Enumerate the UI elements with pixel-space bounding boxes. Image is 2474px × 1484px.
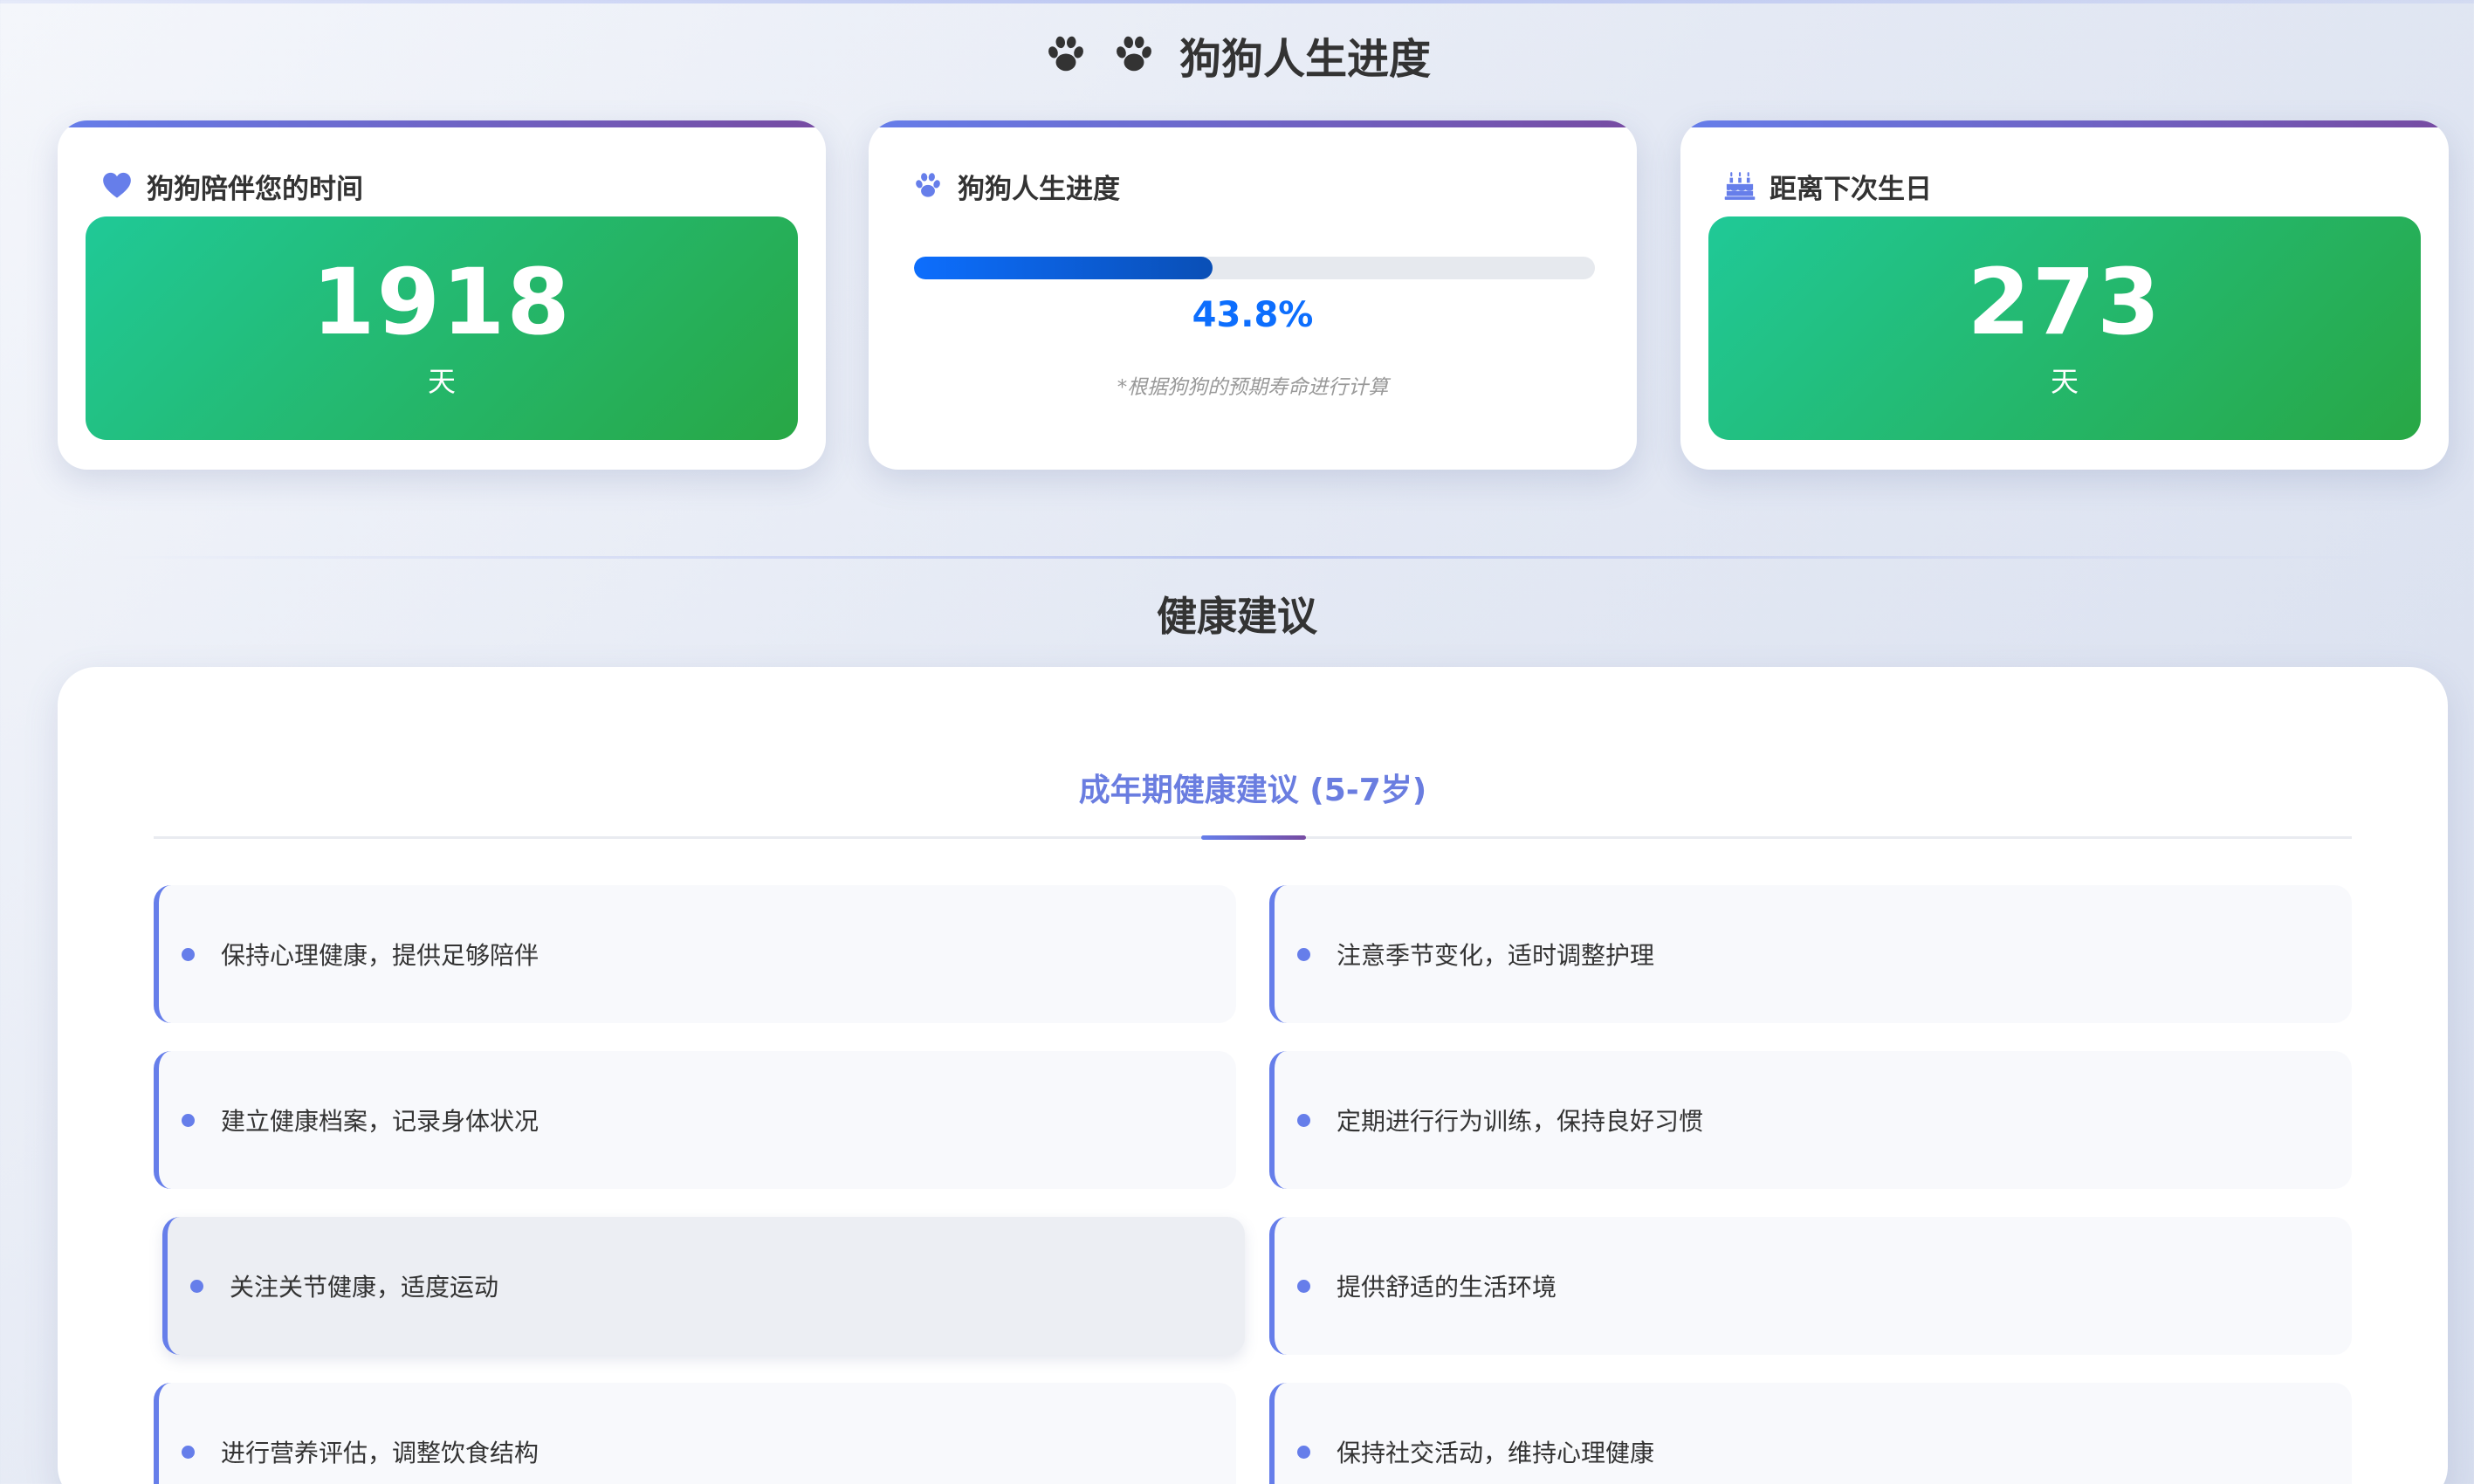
life-progress-card: 狗狗人生进度 43.8% *根据狗狗的预期寿命进行计算 (869, 120, 1637, 470)
advice-item[interactable]: 注意季节变化，适时调整护理 (1269, 885, 2352, 1023)
advice-item[interactable]: 建立健康档案，记录身体状况 (154, 1051, 1236, 1189)
advice-item-hovered[interactable]: 关注关节健康，适度运动 (162, 1217, 1245, 1355)
progress-card-header: 狗狗人生进度 (912, 164, 1120, 208)
companion-days-value: 1918 (312, 249, 572, 355)
page-title-text: 狗狗人生进度 (1179, 35, 1431, 84)
advice-item[interactable]: 提供舒适的生活环境 (1269, 1217, 2352, 1355)
bullet-dot-icon (1297, 947, 1310, 961)
advice-stage-title: 成年期健康建议 (5-7岁) (1078, 773, 1427, 808)
paw-icon (1111, 32, 1157, 78)
bullet-dot-icon (1297, 1445, 1310, 1459)
advice-item[interactable]: 保持社交活动，维持心理健康 (1269, 1383, 2352, 1484)
advice-item-text: 保持心理健康，提供足够陪伴 (221, 941, 539, 970)
companion-card-header: 狗狗陪伴您的时间 (101, 164, 363, 208)
companion-card-title: 狗狗陪伴您的时间 (147, 173, 363, 205)
bullet-dot-icon (182, 947, 195, 961)
life-progress-fill (914, 257, 1213, 279)
life-progress-percent: 43.8% (1192, 295, 1314, 335)
bullet-dot-icon (190, 1279, 203, 1293)
birthday-card-title: 距离下次生日 (1770, 173, 1932, 205)
companion-time-card: 狗狗陪伴您的时间 1918 天 (58, 120, 826, 470)
life-progress-bar (914, 257, 1595, 279)
advice-list: 保持心理健康，提供足够陪伴 注意季节变化，适时调整护理 建立健康档案，记录身体状… (154, 885, 2352, 1484)
birthday-days-value: 273 (1967, 249, 2162, 355)
birthday-days-box: 273 天 (1708, 216, 2421, 440)
health-advice-panel: 成年期健康建议 (5-7岁) 保持心理健康，提供足够陪伴 注意季节变化，适时调整… (58, 667, 2448, 1484)
progress-card-title: 狗狗人生进度 (958, 173, 1120, 205)
health-section-title: 健康建议 (1157, 593, 1317, 640)
top-accent-line (0, 0, 2474, 3)
advice-item-text: 定期进行行为训练，保持良好习惯 (1337, 1107, 1704, 1136)
life-progress-note: *根据狗狗的预期寿命进行计算 (1117, 376, 1389, 399)
companion-days-box: 1918 天 (86, 216, 798, 440)
bullet-dot-icon (1297, 1113, 1310, 1127)
advice-item-text: 提供舒适的生活环境 (1337, 1273, 1557, 1302)
advice-item-text: 注意季节变化，适时调整护理 (1337, 941, 1655, 970)
paw-icon (1043, 32, 1089, 78)
advice-item-text: 保持社交活动，维持心理健康 (1337, 1439, 1655, 1467)
advice-item-text: 进行营养评估，调整饮食结构 (221, 1439, 539, 1467)
companion-days-unit: 天 (427, 365, 456, 398)
advice-item-text: 关注关节健康，适度运动 (230, 1273, 499, 1302)
cake-icon (1724, 170, 1756, 202)
bullet-dot-icon (182, 1113, 195, 1127)
advice-item-text: 建立健康档案，记录身体状况 (221, 1107, 539, 1136)
section-divider (105, 556, 2369, 559)
birthday-card-header: 距离下次生日 (1724, 164, 1932, 208)
advice-title-rule-accent (1201, 835, 1306, 840)
paw-icon (912, 170, 944, 202)
advice-item[interactable]: 保持心理健康，提供足够陪伴 (154, 885, 1236, 1023)
advice-item[interactable]: 定期进行行为训练，保持良好习惯 (1269, 1051, 2352, 1189)
page-title: 狗狗人生进度 (0, 24, 2474, 86)
next-birthday-card: 距离下次生日 273 天 (1680, 120, 2449, 470)
heart-icon (101, 170, 133, 202)
birthday-days-unit: 天 (2050, 365, 2079, 398)
bullet-dot-icon (182, 1445, 195, 1459)
bullet-dot-icon (1297, 1279, 1310, 1293)
advice-item[interactable]: 进行营养评估，调整饮食结构 (154, 1383, 1236, 1484)
